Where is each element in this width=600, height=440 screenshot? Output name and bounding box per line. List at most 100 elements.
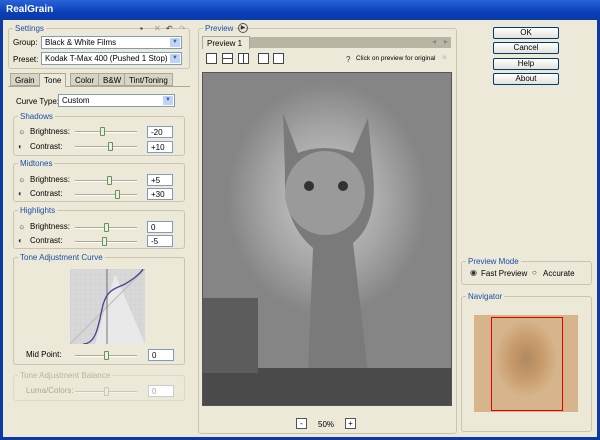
tab-divider: [8, 86, 190, 87]
shadows-brightness-slider[interactable]: [75, 127, 137, 136]
duplicate-preview-icon[interactable]: [273, 53, 284, 64]
accurate-label: Accurate: [543, 269, 575, 278]
chevron-down-icon: ▼: [170, 54, 180, 63]
slider-thumb[interactable]: [100, 127, 105, 136]
brightness-icon: ☼: [18, 175, 26, 184]
slider-thumb[interactable]: [104, 223, 109, 232]
mid-point-input[interactable]: 0: [148, 349, 174, 361]
highlights-brightness-slider[interactable]: [75, 223, 137, 232]
group-select[interactable]: Black & White Films ▼: [41, 36, 182, 49]
redo-icon[interactable]: ↷: [179, 24, 186, 33]
brightness-icon: ☼: [18, 127, 26, 136]
luma-colors-slider: [75, 387, 137, 396]
split-vertical-icon[interactable]: [238, 53, 249, 64]
tab-preview-1[interactable]: Preview 1: [202, 36, 250, 49]
preview-image[interactable]: [202, 72, 452, 406]
preset-label: Preset:: [13, 55, 39, 64]
single-view-icon[interactable]: [206, 53, 217, 64]
help-button[interactable]: Help: [493, 58, 559, 70]
mid-point-label: Mid Point:: [26, 350, 62, 359]
midtones-contrast-slider[interactable]: [75, 190, 137, 199]
tab-tone[interactable]: Tone: [39, 73, 67, 87]
midtones-brightness-input[interactable]: +5: [147, 174, 173, 186]
midtones-legend: Midtones: [20, 159, 53, 168]
midtones-contrast-label: Contrast:: [30, 189, 63, 198]
fast-preview-label: Fast Preview: [481, 269, 528, 278]
preview-hint: Click on preview for original: [356, 55, 436, 62]
preview-mode-legend: Preview Mode: [468, 257, 519, 266]
luma-colors-label: Luma/Colors:: [26, 386, 74, 395]
midtones-contrast-input[interactable]: +30: [147, 188, 173, 200]
zoom-in-button[interactable]: +: [345, 418, 356, 429]
slider-thumb[interactable]: [107, 176, 112, 185]
curve-type-select[interactable]: Custom ▼: [58, 94, 175, 107]
preview-legend: Preview: [205, 24, 234, 33]
shadows-brightness-input[interactable]: -20: [147, 126, 173, 138]
shadows-brightness-label: Brightness:: [30, 127, 71, 136]
contrast-icon: ◐: [18, 142, 23, 151]
tab-tint-toning[interactable]: Tint/Toning: [124, 73, 173, 86]
mid-point-slider[interactable]: [75, 351, 137, 360]
zoom-level: 50%: [318, 420, 335, 429]
tone-curve-legend: Tone Adjustment Curve: [20, 253, 103, 262]
preview-tab-label: Preview 1: [207, 39, 243, 48]
cancel-button[interactable]: Cancel: [493, 42, 559, 54]
brightness-icon: ☼: [18, 222, 26, 231]
highlights-contrast-label: Contrast:: [30, 236, 63, 245]
play-icon[interactable]: ▶: [238, 23, 248, 33]
window-title: RealGrain: [6, 4, 54, 15]
slider-thumb: [104, 387, 109, 396]
highlights-contrast-slider[interactable]: [75, 237, 137, 246]
highlights-brightness-label: Brightness:: [30, 222, 71, 231]
tab-prev-icon[interactable]: ◂: [432, 37, 436, 46]
accurate-radio[interactable]: ○: [532, 268, 537, 277]
highlights-brightness-input[interactable]: 0: [147, 221, 173, 233]
title-bar: RealGrain: [0, 0, 600, 20]
preset-value: Kodak T-Max 400 (Pushed 1 Stop): [45, 54, 168, 63]
fast-preview-radio[interactable]: ◉: [470, 268, 477, 277]
navigator-viewport[interactable]: [491, 317, 563, 411]
slider-thumb[interactable]: [102, 237, 107, 246]
shadows-contrast-label: Contrast:: [30, 142, 63, 151]
help-icon[interactable]: ?: [346, 55, 350, 64]
settings-legend: Settings: [15, 24, 44, 33]
group-value: Black & White Films: [45, 38, 117, 47]
chevron-down-icon: ▼: [170, 38, 180, 47]
new-preview-icon[interactable]: [258, 53, 269, 64]
tab-bw[interactable]: B&W: [98, 73, 127, 86]
ok-button[interactable]: OK: [493, 27, 559, 39]
slider-thumb[interactable]: [104, 351, 109, 360]
highlights-contrast-input[interactable]: -5: [147, 235, 173, 247]
contrast-icon: ◐: [18, 189, 23, 198]
highlights-legend: Highlights: [20, 206, 56, 215]
undo-icon[interactable]: ↶: [166, 24, 173, 33]
tone-curve-graph[interactable]: [70, 269, 145, 344]
curve-type-value: Custom: [62, 96, 90, 105]
tab-grain[interactable]: Grain: [10, 73, 40, 86]
loading-spinner-icon: ✳: [441, 53, 448, 62]
tab-color[interactable]: Color: [70, 73, 100, 86]
zoom-out-button[interactable]: -: [296, 418, 307, 429]
contrast-icon: ◐: [18, 236, 23, 245]
preset-select[interactable]: Kodak T-Max 400 (Pushed 1 Stop) ▼: [41, 52, 182, 65]
about-button[interactable]: About: [493, 73, 559, 85]
curve-type-label: Curve Type:: [16, 97, 59, 106]
delete-icon[interactable]: ✕: [154, 24, 161, 33]
chevron-down-icon: ▼: [163, 96, 173, 105]
shadows-contrast-slider[interactable]: [75, 142, 137, 151]
midtones-brightness-label: Brightness:: [30, 175, 71, 184]
slider-thumb[interactable]: [108, 142, 113, 151]
navigator-thumbnail[interactable]: [474, 315, 578, 412]
slider-thumb[interactable]: [115, 190, 120, 199]
shadows-legend: Shadows: [20, 112, 53, 121]
navigator-legend: Navigator: [468, 292, 503, 301]
group-label: Group:: [13, 38, 38, 47]
midtones-brightness-slider[interactable]: [75, 176, 137, 185]
tab-next-icon[interactable]: ▸: [444, 37, 448, 46]
shadows-contrast-input[interactable]: +10: [147, 141, 173, 153]
luma-colors-input: 0: [148, 385, 174, 397]
save-icon[interactable]: ▪: [140, 24, 143, 33]
split-horizontal-icon[interactable]: [222, 53, 233, 64]
cat-photo: [203, 73, 451, 405]
tone-balance-legend: Tone Adjustment Balance: [20, 371, 111, 380]
